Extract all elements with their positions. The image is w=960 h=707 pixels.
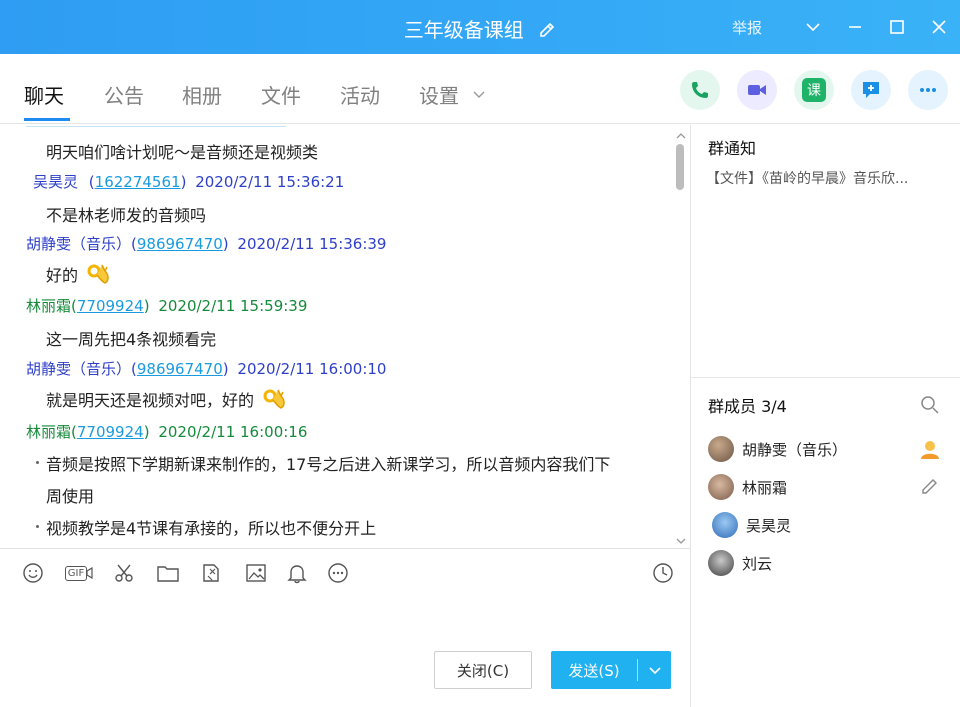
sender-qq-link[interactable]: 162274561: [95, 173, 181, 191]
share-screen-icon[interactable]: [851, 70, 891, 110]
tab-files[interactable]: 文件: [261, 80, 301, 109]
bell-icon[interactable]: [284, 560, 310, 586]
report-link[interactable]: 举报: [732, 17, 762, 38]
input-divider: [0, 548, 690, 549]
scroll-thumb[interactable]: [676, 144, 684, 190]
chevron-down-icon[interactable]: [792, 0, 834, 54]
message-text: 就是明天还是视频对吧，好的: [46, 391, 255, 410]
message-body: 这一周先把4条视频看完: [46, 330, 217, 349]
send-options-chevron-icon[interactable]: [638, 651, 671, 689]
message-body: 不是林老师发的音频吗: [46, 206, 207, 225]
right-panel-divider: [691, 377, 960, 378]
tab-announcement[interactable]: 公告: [104, 80, 144, 109]
edit-title-icon[interactable]: [538, 20, 556, 44]
ok-hand-emoji-icon: [85, 261, 111, 287]
sender-name: 胡静雯（音乐）: [26, 360, 132, 378]
sender-qq-link[interactable]: 986967470: [137, 360, 223, 378]
member-name: 林丽霜: [742, 478, 788, 497]
title-bar: 三年级备课组 举报: [0, 0, 960, 54]
message-body-with-emoji: 就是明天还是视频对吧，好的: [46, 386, 287, 412]
message-input[interactable]: [10, 592, 680, 644]
active-tab-indicator: [24, 118, 70, 121]
member-item[interactable]: 胡静雯（音乐）: [708, 435, 847, 463]
member-item[interactable]: 刘云: [708, 549, 772, 577]
message-list[interactable]: 明天咱们啥计划呢～是音频还是视频类 吴昊灵 (162274561) 2020/2…: [0, 125, 690, 547]
member-item[interactable]: 林丽霜: [708, 473, 787, 501]
cutoff-line: [26, 125, 286, 127]
message-time: 2020/2/11 15:36:39: [237, 235, 387, 253]
message-sender: 林丽霜(7709924) 2020/2/11 16:00:16: [26, 423, 308, 441]
video-call-icon[interactable]: [737, 70, 777, 110]
sender-qq-link[interactable]: 7709924: [77, 297, 144, 315]
tab-settings[interactable]: 设置: [419, 80, 459, 109]
more-options-icon[interactable]: [325, 560, 351, 586]
sender-name: 胡静雯（音乐）: [26, 235, 132, 253]
maximize-icon[interactable]: [876, 0, 918, 54]
folder-icon[interactable]: [155, 560, 181, 586]
group-notice-title: 群通知: [708, 139, 757, 158]
window-title: 三年级备课组: [403, 18, 524, 42]
sender-qq-link[interactable]: 986967470: [137, 235, 223, 253]
course-icon-label: 课: [802, 78, 826, 102]
message-time: 2020/2/11 15:59:39: [158, 297, 308, 315]
sender-name: 林丽霜: [26, 423, 72, 441]
sender-name: 林丽霜: [26, 297, 72, 315]
tab-album[interactable]: 相册: [182, 80, 222, 109]
member-name: 刘云: [742, 554, 773, 573]
message-body-with-emoji: 好的: [46, 261, 111, 287]
bullet-dot: [36, 461, 39, 464]
ok-hand-emoji-icon: [261, 386, 287, 412]
member-name: 胡静雯（音乐）: [742, 440, 848, 459]
member-name: 吴昊灵: [746, 516, 792, 535]
avatar: [708, 550, 734, 576]
message-sender: 吴昊灵 (162274561) 2020/2/11 15:36:21: [33, 173, 345, 191]
message-sender: 林丽霜(7709924) 2020/2/11 15:59:39: [26, 297, 308, 315]
sender-qq-link[interactable]: 7709924: [77, 423, 144, 441]
message-text: 好的: [46, 266, 79, 285]
phone-icon[interactable]: [680, 70, 720, 110]
image-icon[interactable]: [243, 560, 269, 586]
close-icon[interactable]: [918, 0, 960, 54]
bullet-dot: [36, 525, 39, 528]
message-sender: 胡静雯（音乐）(986967470) 2020/2/11 15:36:39: [26, 235, 387, 253]
close-button[interactable]: 关闭(C): [434, 651, 532, 689]
search-icon[interactable]: [920, 395, 940, 419]
group-notice-text[interactable]: 【文件】《苗岭的早晨》音乐欣...: [706, 168, 946, 188]
edit-icon[interactable]: [920, 476, 940, 500]
message-body: 视频教学是4节课有承接的，所以也不便分开上: [46, 519, 377, 538]
avatar: [708, 436, 734, 462]
admin-icon: [918, 437, 942, 465]
message-sender: 胡静雯（音乐）(986967470) 2020/2/11 16:00:10: [26, 360, 387, 378]
settings-chevron-icon[interactable]: [472, 86, 486, 105]
panel-divider: [690, 125, 691, 707]
sender-name: 吴昊灵: [33, 173, 79, 191]
scroll-up-icon[interactable]: [675, 126, 687, 145]
message-body: 明天咱们啥计划呢～是音频还是视频类: [46, 143, 319, 162]
file-transfer-icon[interactable]: [199, 560, 225, 586]
message-time: 2020/2/11 16:00:16: [158, 423, 308, 441]
gif-icon[interactable]: GIF: [62, 560, 96, 586]
course-icon[interactable]: 课: [794, 70, 834, 110]
send-button[interactable]: 发送(S): [551, 651, 671, 689]
tab-activity[interactable]: 活动: [340, 80, 380, 109]
message-body: 音频是按照下学期新课来制作的，17号之后进入新课学习，所以音频内容我们下: [46, 455, 611, 474]
message-time: 2020/2/11 16:00:10: [237, 360, 387, 378]
send-button-label[interactable]: 发送(S): [551, 651, 637, 689]
emoji-icon[interactable]: [20, 560, 46, 586]
gif-label: GIF: [64, 565, 88, 581]
tab-bar: 聊天 公告 相册 文件 活动 设置 课: [0, 54, 960, 124]
message-body: 周使用: [46, 487, 95, 506]
members-title: 群成员 3/4: [708, 397, 787, 416]
tab-chat[interactable]: 聊天: [24, 80, 64, 109]
message-time: 2020/2/11 15:36:21: [195, 173, 345, 191]
avatar: [712, 512, 738, 538]
history-icon[interactable]: [650, 560, 676, 586]
more-icon[interactable]: [908, 70, 948, 110]
member-item[interactable]: 吴昊灵: [712, 511, 791, 539]
scissors-icon[interactable]: [111, 560, 137, 586]
avatar: [708, 474, 734, 500]
minimize-icon[interactable]: [834, 0, 876, 54]
